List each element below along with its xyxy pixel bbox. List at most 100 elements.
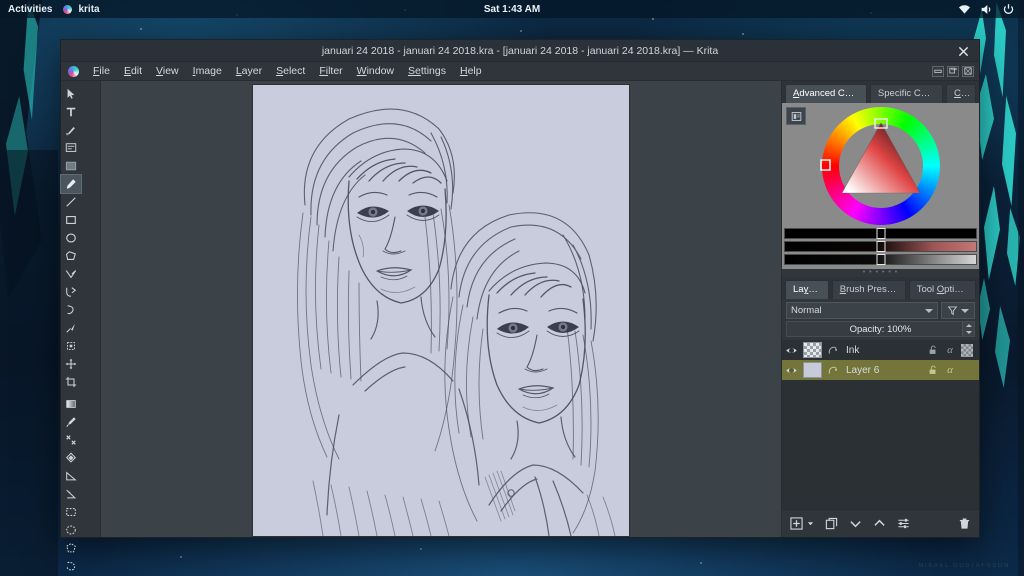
blend-mode-select[interactable]: Normal [786, 302, 938, 319]
menu-file[interactable]: File [87, 63, 116, 79]
layer-list[interactable]: Ink α [782, 340, 979, 509]
mdi-restore-button[interactable] [947, 66, 959, 77]
layer-thumbnail[interactable] [803, 342, 822, 358]
value-slider-handle[interactable] [876, 228, 885, 239]
freehand-select-tool[interactable] [61, 557, 81, 575]
layer-thumbnail[interactable] [803, 362, 822, 378]
freehand-path-tool[interactable] [61, 301, 81, 319]
add-layer-dropdown[interactable] [807, 520, 814, 527]
elliptical-select-tool[interactable] [61, 521, 81, 539]
alpha-lock-checker-icon[interactable] [961, 344, 973, 357]
opacity-stepper[interactable] [962, 322, 974, 336]
mdi-maximize-button[interactable] [962, 66, 974, 77]
app-indicator[interactable]: krita [62, 4, 99, 15]
tab-color-other[interactable]: C... [946, 84, 976, 103]
tab-tool-options[interactable]: Tool Options [909, 280, 976, 299]
hsv-color-wheel[interactable] [820, 105, 942, 232]
menu-layer[interactable]: Layer [230, 63, 268, 79]
layer-visibility-icon[interactable] [784, 364, 799, 377]
layer-filter-button[interactable] [941, 302, 975, 319]
assistant-tool[interactable] [61, 485, 81, 503]
onion-skin-icon[interactable] [826, 345, 839, 356]
stepper-down-icon[interactable] [966, 331, 972, 334]
menu-filter[interactable]: Filter [313, 63, 348, 79]
calligraphy-tool[interactable] [61, 139, 81, 157]
layer-toolbar [782, 509, 979, 537]
freehand-brush-tool[interactable] [61, 175, 81, 193]
menu-image[interactable]: Image [187, 63, 228, 79]
image-canvas[interactable] [253, 85, 629, 536]
window-body: Advanced Col... Specific Col... C... [61, 81, 979, 537]
delete-layer-button[interactable] [958, 517, 971, 530]
line-tool[interactable] [61, 193, 81, 211]
canvas-area[interactable] [101, 81, 781, 537]
rectangle-tool[interactable] [61, 211, 81, 229]
table-row[interactable]: Layer 6 α [782, 360, 979, 380]
menu-select[interactable]: Select [270, 63, 311, 79]
power-icon[interactable] [1002, 3, 1015, 16]
polygon-tool[interactable] [61, 247, 81, 265]
gray-slider[interactable] [784, 254, 977, 265]
crop-tool[interactable] [61, 373, 81, 391]
alpha-icon[interactable]: α [944, 344, 956, 357]
table-row[interactable]: Ink α [782, 340, 979, 360]
tab-brush-presets[interactable]: Brush Presets [832, 280, 906, 299]
bezier-curve-tool[interactable] [61, 283, 81, 301]
lock-open-icon[interactable] [927, 364, 939, 377]
text-tool[interactable] [61, 103, 81, 121]
layer-name[interactable]: Ink [843, 345, 923, 356]
transform-tool[interactable] [61, 355, 81, 373]
red-slider[interactable] [784, 241, 977, 252]
stepper-up-icon[interactable] [966, 324, 972, 327]
polyline-tool[interactable] [61, 265, 81, 283]
rectangular-select-tool[interactable] [61, 503, 81, 521]
multibrush-tool[interactable] [61, 337, 81, 355]
onion-skin-icon[interactable] [826, 365, 839, 376]
krita-logo-icon [62, 4, 73, 15]
value-slider[interactable] [784, 228, 977, 239]
menu-window[interactable]: Window [351, 63, 400, 79]
advanced-color-selector[interactable] [782, 103, 979, 228]
dynamic-brush-tool[interactable] [61, 319, 81, 337]
red-slider-handle[interactable] [876, 241, 885, 252]
tab-specific-color-selector[interactable]: Specific Col... [870, 84, 943, 103]
layer-visibility-icon[interactable] [784, 344, 799, 357]
duplicate-layer-button[interactable] [825, 517, 838, 530]
close-icon[interactable] [955, 43, 971, 59]
add-layer-button[interactable] [790, 517, 803, 530]
mdi-minimize-button[interactable] [932, 66, 944, 77]
gradient-tool[interactable] [61, 395, 81, 413]
tab-layers[interactable]: Layers [785, 280, 829, 299]
gradient-edit-tool[interactable] [61, 157, 81, 175]
smart-patch-tool[interactable] [61, 431, 81, 449]
ellipse-tool[interactable] [61, 229, 81, 247]
layer-name[interactable]: Layer 6 [843, 365, 923, 376]
layer-properties-button[interactable] [897, 517, 910, 530]
color-selector-settings-icon[interactable] [786, 107, 806, 125]
select-shapes-tool[interactable] [61, 85, 81, 103]
polygonal-select-tool[interactable] [61, 539, 81, 557]
tab-advanced-color-selector[interactable]: Advanced Col... [785, 84, 867, 103]
move-layer-up-button[interactable] [873, 517, 886, 530]
alpha-icon[interactable]: α [944, 364, 956, 377]
menu-help[interactable]: Help [454, 63, 488, 79]
clock[interactable]: Sat 1:43 AM [484, 4, 540, 15]
fill-tool[interactable] [61, 449, 81, 467]
lock-open-icon[interactable] [927, 344, 939, 357]
menu-settings[interactable]: Settings [402, 63, 452, 79]
funnel-icon [947, 305, 958, 316]
gray-slider-handle[interactable] [876, 254, 885, 265]
edit-shapes-tool[interactable] [61, 121, 81, 139]
menu-view[interactable]: View [150, 63, 185, 79]
measure-tool[interactable] [61, 467, 81, 485]
wifi-icon[interactable] [958, 3, 971, 16]
move-layer-down-button[interactable] [849, 517, 862, 530]
opacity-field[interactable]: Opacity: 100% [786, 321, 975, 337]
activities-button[interactable]: Activities [0, 4, 62, 15]
window-title: januari 24 2018 - januari 24 2018.kra - … [322, 45, 718, 57]
docker-splitter-handle[interactable]: • • • • • • [782, 269, 979, 277]
menu-edit[interactable]: Edit [118, 63, 148, 79]
color-picker-tool[interactable] [61, 413, 81, 431]
volume-icon[interactable] [980, 3, 993, 16]
sliders-icon [897, 517, 910, 530]
